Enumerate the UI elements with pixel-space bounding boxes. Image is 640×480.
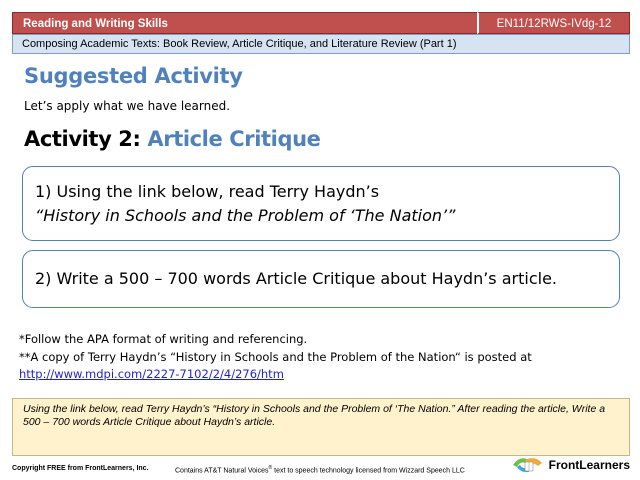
att-notice: Contains AT&T Natural Voices® text to sp… [175, 465, 465, 474]
step-1-box: 1) Using the link below, read Terry Hayd… [22, 166, 620, 241]
competency-code: EN11/12RWS-IVdg-12 [477, 12, 630, 34]
frontlearners-logo-icon [511, 454, 545, 476]
att-suffix: text to speech technology licensed from … [272, 467, 465, 475]
att-prefix: Contains AT&T Natural Voices [175, 467, 269, 475]
copy-note: **A copy of Terry Haydn’s “History in Sc… [19, 349, 532, 364]
copyright-text: Copyright FREE from FrontLearners, Inc. [12, 465, 149, 472]
activity-number: Activity 2: [24, 127, 148, 151]
step-1-line-1: 1) Using the link below, read Terry Hayd… [35, 182, 380, 201]
step-1-article-title: “History in Schools and the Problem of ‘… [35, 206, 456, 225]
footer: Copyright FREE from FrontLearners, Inc. … [12, 458, 630, 478]
activity-title: Activity 2: Article Critique [24, 127, 321, 151]
apa-note: *Follow the APA format of writing and re… [19, 332, 308, 346]
step-2-text: 2) Write a 500 – 700 words Article Criti… [35, 269, 557, 288]
subject-label: Reading and Writing Skills [12, 12, 477, 34]
narration-box: Using the link below, read Terry Haydn’s… [12, 398, 630, 456]
intro-text: Let’s apply what we have learned. [24, 99, 231, 113]
notes: *Follow the APA format of writing and re… [19, 331, 532, 384]
article-link[interactable]: http://www.mdpi.com/2227-7102/2/4/276/ht… [19, 367, 284, 381]
suggested-activity-heading: Suggested Activity [24, 64, 243, 88]
brand-name: FrontLearners [548, 458, 630, 472]
step-2-box: 2) Write a 500 – 700 words Article Criti… [22, 250, 620, 308]
topic-bar: Composing Academic Texts: Book Review, A… [12, 34, 630, 54]
header-bar: Reading and Writing Skills EN11/12RWS-IV… [12, 12, 630, 34]
activity-name: Article Critique [147, 127, 321, 151]
frontlearners-logo: FrontLearners [511, 454, 630, 476]
